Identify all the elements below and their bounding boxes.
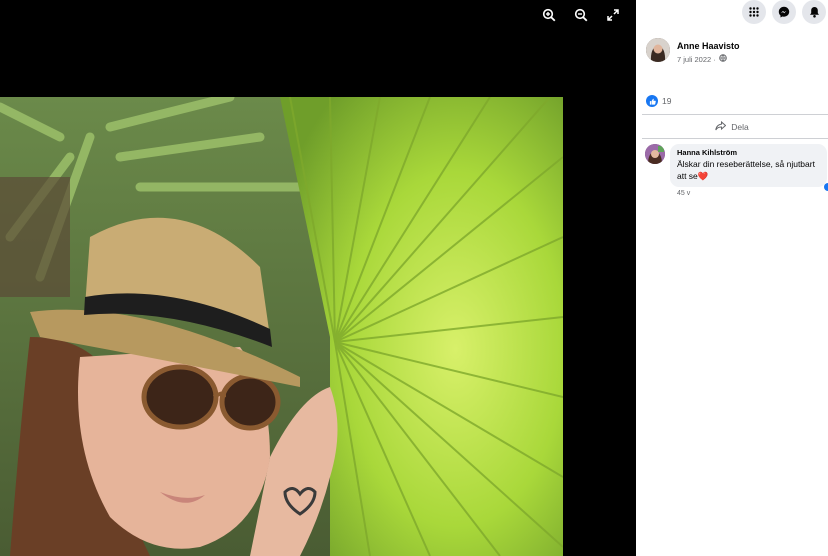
- menu-grid-icon[interactable]: [742, 0, 766, 24]
- divider: [642, 114, 828, 115]
- viewer-toolbar: [540, 6, 622, 24]
- fullscreen-icon[interactable]: [604, 6, 622, 24]
- comment-text: Älskar din reseberättelse, så njutbart a…: [677, 158, 820, 182]
- comment-item: Hanna Kihlström Älskar din reseberättels…: [645, 144, 827, 187]
- like-icon: [646, 95, 658, 107]
- top-icon-bar: [740, 0, 828, 24]
- post-date-text[interactable]: 7 juli 2022 ·: [677, 55, 716, 64]
- comment-time[interactable]: 45 v: [677, 190, 690, 197]
- post-author[interactable]: Anne Haavisto: [677, 41, 740, 51]
- share-icon: [715, 120, 727, 133]
- messenger-icon[interactable]: [772, 0, 796, 24]
- post-photo[interactable]: [0, 97, 563, 556]
- globe-icon: [718, 54, 727, 64]
- comment-author[interactable]: Hanna Kihlström: [677, 148, 820, 157]
- notifications-icon[interactable]: [802, 0, 826, 24]
- reaction-summary[interactable]: 19: [646, 95, 671, 107]
- commenter-avatar[interactable]: [645, 144, 665, 164]
- photo-viewer: [0, 0, 636, 556]
- reaction-count: 19: [662, 96, 672, 106]
- post-date: 7 juli 2022 ·: [677, 54, 740, 64]
- post-side-panel: Anne Haavisto 7 juli 2022 · 19 Dela Hann…: [636, 0, 828, 556]
- zoom-in-icon[interactable]: [540, 6, 558, 24]
- share-button[interactable]: Dela: [636, 120, 828, 133]
- scroll-indicator: [824, 183, 828, 191]
- zoom-out-icon[interactable]: [572, 6, 590, 24]
- author-avatar[interactable]: [646, 38, 670, 62]
- divider: [642, 138, 828, 139]
- share-label: Dela: [731, 122, 749, 132]
- comment-bubble: Hanna Kihlström Älskar din reseberättels…: [670, 144, 827, 187]
- heart-emoji: ❤️: [697, 171, 709, 181]
- post-header: Anne Haavisto 7 juli 2022 ·: [646, 38, 740, 64]
